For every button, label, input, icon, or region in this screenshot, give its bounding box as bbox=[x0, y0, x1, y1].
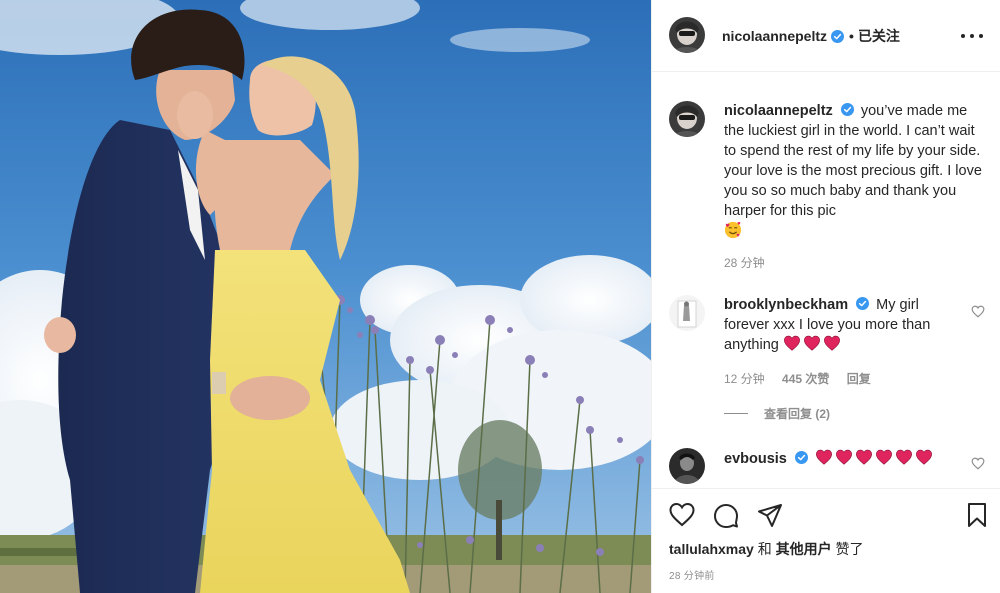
post-caption: nicolaannepeltz you’ve made me the lucki… bbox=[724, 101, 990, 242]
commenter-avatar[interactable] bbox=[669, 295, 705, 331]
smiling-face-with-hearts-icon bbox=[724, 221, 742, 239]
caption-text: you’ve made me the luckiest girl in the … bbox=[724, 103, 982, 219]
avatar-image bbox=[669, 448, 705, 484]
comment-like-heart-icon[interactable] bbox=[971, 305, 985, 318]
post-sidebar: nicolaannepeltz • 已关注 nicolaannepeltz yo… bbox=[651, 0, 1000, 593]
comment-like-heart-icon[interactable] bbox=[971, 457, 985, 470]
bookmark-icon[interactable] bbox=[963, 501, 991, 529]
view-replies-button[interactable]: 查看回复 (2) bbox=[724, 405, 830, 422]
comment-item: brooklynbeckham My girl forever xxx I lo… bbox=[724, 295, 964, 355]
separator-dot: • bbox=[849, 28, 854, 44]
more-options-icon[interactable] bbox=[961, 26, 983, 46]
avatar-image bbox=[669, 101, 705, 137]
red-heart-icon bbox=[823, 335, 841, 351]
caption-meta: 28 分钟 bbox=[724, 254, 779, 271]
red-heart-icon bbox=[875, 449, 893, 465]
post-image bbox=[0, 0, 651, 593]
likes-conjunction: 和 bbox=[757, 541, 772, 557]
post-header: nicolaannepeltz • 已关注 bbox=[652, 0, 1000, 72]
comment-item: evbousis bbox=[724, 449, 964, 469]
verified-badge-icon bbox=[840, 103, 854, 116]
red-heart-icon bbox=[835, 449, 853, 465]
red-heart-icon bbox=[915, 449, 933, 465]
comment-username[interactable]: brooklynbeckham bbox=[724, 297, 848, 313]
comments-list[interactable]: nicolaannepeltz you’ve made me the lucki… bbox=[652, 73, 1000, 488]
heart-emoji-group bbox=[783, 335, 843, 353]
red-heart-icon bbox=[855, 449, 873, 465]
verified-badge-icon bbox=[831, 29, 845, 43]
reply-button[interactable]: 回复 bbox=[847, 372, 871, 386]
post-actions: tallulahxmay 和 其他用户 赞了 28 分钟前 bbox=[652, 488, 1000, 593]
caption-author-avatar[interactable] bbox=[669, 101, 705, 137]
comment-like-count[interactable]: 445 次赞 bbox=[782, 372, 829, 386]
liker-username[interactable]: tallulahxmay bbox=[669, 541, 754, 557]
likes-suffix: 赞了 bbox=[835, 541, 864, 557]
view-replies-line bbox=[724, 413, 748, 414]
heart-emoji-group bbox=[815, 449, 935, 467]
like-heart-icon[interactable] bbox=[668, 501, 696, 529]
header-line: nicolaannepeltz • 已关注 bbox=[722, 26, 900, 46]
comment-icon[interactable] bbox=[712, 501, 740, 529]
comment-username[interactable]: evbousis bbox=[724, 451, 787, 467]
comment-time[interactable]: 12 分钟 bbox=[724, 372, 765, 386]
share-paper-plane-icon[interactable] bbox=[756, 501, 784, 529]
post-photo[interactable] bbox=[0, 0, 651, 593]
red-heart-icon bbox=[783, 335, 801, 351]
verified-badge-icon bbox=[856, 297, 870, 310]
red-heart-icon bbox=[895, 449, 913, 465]
commenter-avatar[interactable] bbox=[669, 448, 705, 484]
author-avatar[interactable] bbox=[669, 17, 705, 53]
comment-meta: 12 分钟 445 次赞 回复 bbox=[724, 370, 885, 387]
following-button[interactable]: 已关注 bbox=[858, 26, 900, 46]
post-timestamp[interactable]: 28 分钟前 bbox=[669, 567, 715, 582]
likes-summary: tallulahxmay 和 其他用户 赞了 bbox=[669, 539, 864, 559]
author-username[interactable]: nicolaannepeltz bbox=[722, 28, 827, 44]
red-heart-icon bbox=[815, 449, 833, 465]
caption-username[interactable]: nicolaannepeltz bbox=[724, 103, 833, 119]
avatar-image bbox=[669, 295, 705, 331]
avatar-image bbox=[669, 17, 705, 53]
view-replies-label: 查看回复 (2) bbox=[764, 407, 831, 421]
other-likers-link[interactable]: 其他用户 bbox=[776, 541, 832, 557]
caption-time[interactable]: 28 分钟 bbox=[724, 256, 765, 270]
red-heart-icon bbox=[803, 335, 821, 351]
verified-badge-icon bbox=[794, 451, 808, 464]
